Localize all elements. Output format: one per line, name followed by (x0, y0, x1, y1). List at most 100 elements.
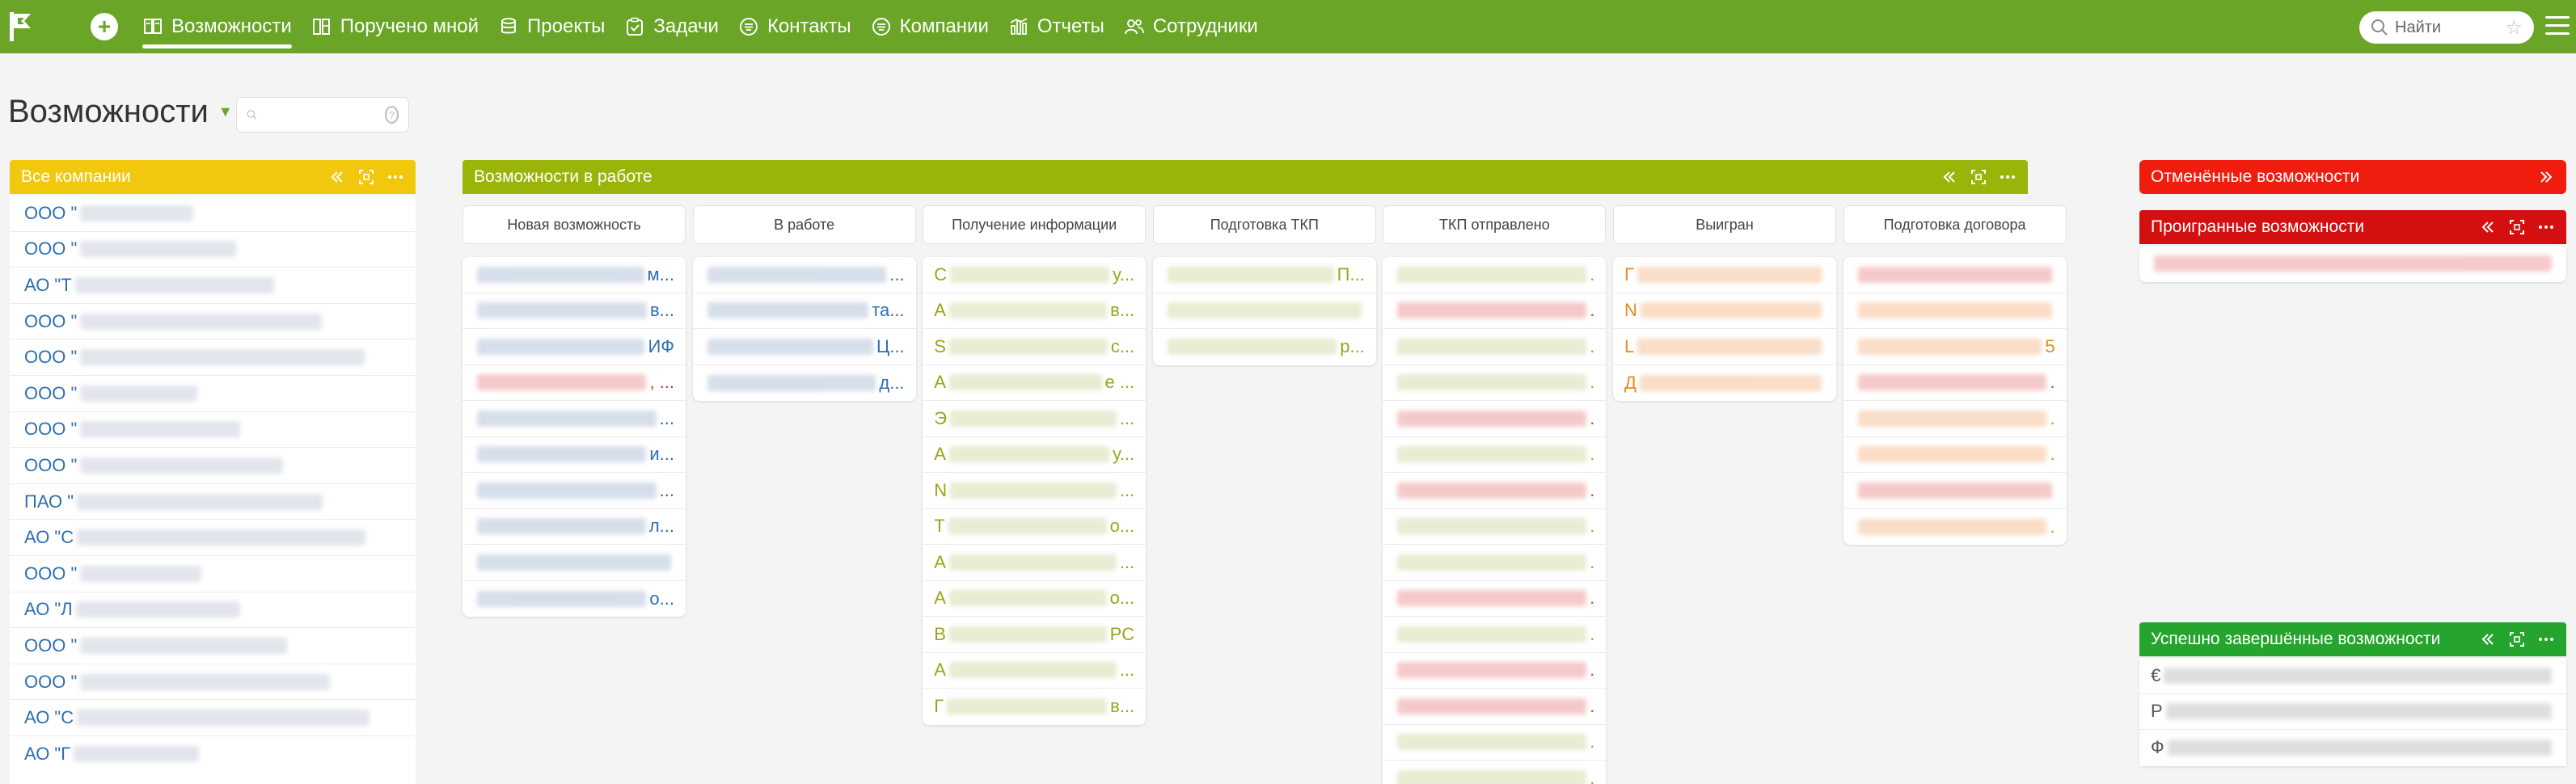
opportunity-card[interactable]: . (1383, 293, 1607, 329)
opportunity-card[interactable]: . (1383, 617, 1607, 653)
column-header[interactable]: Подготовка договора (1843, 205, 2067, 244)
opportunity-card[interactable]: р... (1153, 329, 1376, 365)
opportunity-card[interactable]: Су... (923, 257, 1147, 293)
star-icon[interactable]: ☆ (2505, 16, 2523, 40)
caret-down-icon[interactable]: ▼ (218, 103, 233, 120)
opportunity-card[interactable]: и... (462, 437, 686, 473)
opportunity-card[interactable] (1843, 473, 2067, 509)
opportunity-card[interactable]: Ф (2139, 730, 2566, 766)
more-icon[interactable] (2537, 630, 2555, 648)
opportunity-card[interactable]: . (1383, 581, 1607, 617)
opportunity-card[interactable] (1152, 293, 1376, 329)
company-row[interactable]: АО "С (10, 700, 416, 736)
collapse-icon[interactable] (328, 168, 346, 186)
opportunity-card[interactable]: Ав... (923, 293, 1147, 329)
company-row[interactable]: АО "Л (10, 592, 416, 629)
company-row[interactable]: ООО " (10, 196, 416, 232)
nav-item[interactable]: Компании (861, 0, 999, 53)
nav-item[interactable]: Поручено мной (302, 0, 488, 53)
nav-item[interactable]: Отчеты (999, 0, 1114, 53)
app-logo-icon[interactable] (5, 0, 37, 53)
nav-item[interactable]: Сотрудники (1114, 0, 1268, 53)
opportunity-card[interactable]: Ао... (923, 581, 1147, 617)
company-row[interactable]: ООО " (10, 339, 416, 376)
opportunity-card[interactable]: л... (462, 509, 686, 545)
opportunity-card[interactable]: . (1383, 437, 1607, 473)
global-search-input[interactable] (2395, 18, 2492, 37)
opportunity-card[interactable]: Г (1613, 257, 1836, 293)
column-header[interactable]: ТКП отправлено (1383, 205, 1607, 244)
opportunity-card[interactable]: 5 (1843, 329, 2067, 365)
opportunity-card[interactable]: А... (923, 653, 1147, 689)
opportunity-card[interactable] (1843, 293, 2067, 329)
hamburger-menu-icon[interactable] (2545, 16, 2570, 37)
more-icon[interactable] (1999, 168, 2016, 186)
opportunity-card[interactable]: . (1383, 329, 1607, 365)
opportunity-card[interactable]: . (1843, 365, 2067, 401)
company-row[interactable]: АО "Г (10, 736, 416, 773)
focus-icon[interactable] (357, 168, 375, 186)
column-header[interactable]: В работе (692, 205, 916, 244)
clear-search-icon[interactable]: ? (385, 106, 399, 124)
opportunity-card[interactable] (462, 545, 686, 581)
opportunity-card[interactable]: , ... (462, 365, 686, 401)
opportunity-card[interactable]: То... (923, 509, 1147, 545)
opportunity-card[interactable]: Ае ... (923, 365, 1147, 401)
focus-icon[interactable] (1970, 168, 1987, 186)
opportunity-card[interactable]: . (1843, 401, 2067, 437)
page-search-input[interactable] (264, 108, 385, 121)
opportunity-card[interactable]: . (1383, 257, 1607, 293)
opportunity-card[interactable]: Гв... (923, 689, 1146, 725)
opportunity-card[interactable]: ИФ (462, 329, 686, 365)
opportunity-card[interactable] (1843, 257, 2067, 293)
more-icon[interactable] (2537, 218, 2555, 236)
opportunity-card[interactable]: В PC (923, 617, 1147, 653)
opportunity-card[interactable]: . (1843, 509, 2067, 546)
opportunity-card[interactable]: . (1383, 689, 1607, 725)
collapse-icon[interactable] (2479, 630, 2497, 648)
opportunity-card[interactable]: А... (923, 545, 1147, 581)
opportunity-card[interactable]: о... (462, 581, 686, 618)
opportunity-card[interactable]: Ц... (692, 329, 916, 365)
opportunity-card[interactable]: . (1383, 653, 1607, 689)
opportunity-card[interactable]: . (1383, 725, 1607, 761)
company-row[interactable]: ПАО " (10, 484, 416, 521)
company-row[interactable]: АО "С (10, 520, 416, 556)
opportunity-card[interactable]: N... (923, 473, 1147, 509)
opportunity-card[interactable]: . (1383, 545, 1607, 581)
collapse-icon[interactable] (2479, 218, 2497, 236)
opportunity-card[interactable]: д... (693, 365, 916, 402)
add-button[interactable]: + (91, 13, 118, 40)
nav-item[interactable]: Контакты (728, 0, 861, 53)
opportunity-card[interactable]: П... (1152, 257, 1376, 293)
opportunity-card[interactable]: ... (462, 401, 686, 437)
opportunity-card[interactable]: Р (2139, 694, 2566, 730)
focus-icon[interactable] (2508, 218, 2526, 236)
company-row[interactable]: ООО " (10, 628, 416, 664)
collapse-icon[interactable] (1940, 168, 1958, 186)
opportunity-card[interactable]: . (1843, 437, 2067, 473)
opportunity-card[interactable]: в... (462, 293, 686, 329)
opportunity-card[interactable]: . (1383, 761, 1606, 784)
opportunity-card[interactable]: Sс... (923, 329, 1147, 365)
company-row[interactable]: ООО " (10, 448, 416, 484)
expand-icon[interactable] (2537, 168, 2555, 186)
column-header[interactable]: Выигран (1613, 205, 1836, 244)
opportunity-card[interactable]: Д (1613, 365, 1836, 402)
focus-icon[interactable] (2508, 630, 2526, 648)
nav-item[interactable]: Возможности (133, 0, 302, 53)
company-row[interactable]: ООО " (10, 376, 416, 412)
company-row[interactable]: ООО " (10, 232, 416, 268)
nav-item[interactable]: Проекты (488, 0, 614, 53)
opportunity-card[interactable]: та... (692, 293, 916, 329)
column-header[interactable]: Получение информации (923, 205, 1147, 244)
nav-item[interactable]: Задачи (614, 0, 728, 53)
opportunity-card[interactable]: ... (692, 257, 916, 293)
more-icon[interactable] (386, 168, 404, 186)
opportunity-card[interactable]: м... (462, 257, 686, 293)
opportunity-card[interactable]: . (1383, 473, 1607, 509)
page-title[interactable]: Возможности ▼ (8, 94, 233, 130)
company-row[interactable]: ООО " (10, 664, 416, 701)
opportunity-card[interactable]: Ау... (923, 437, 1147, 473)
company-row[interactable]: АО "Т (10, 268, 416, 304)
